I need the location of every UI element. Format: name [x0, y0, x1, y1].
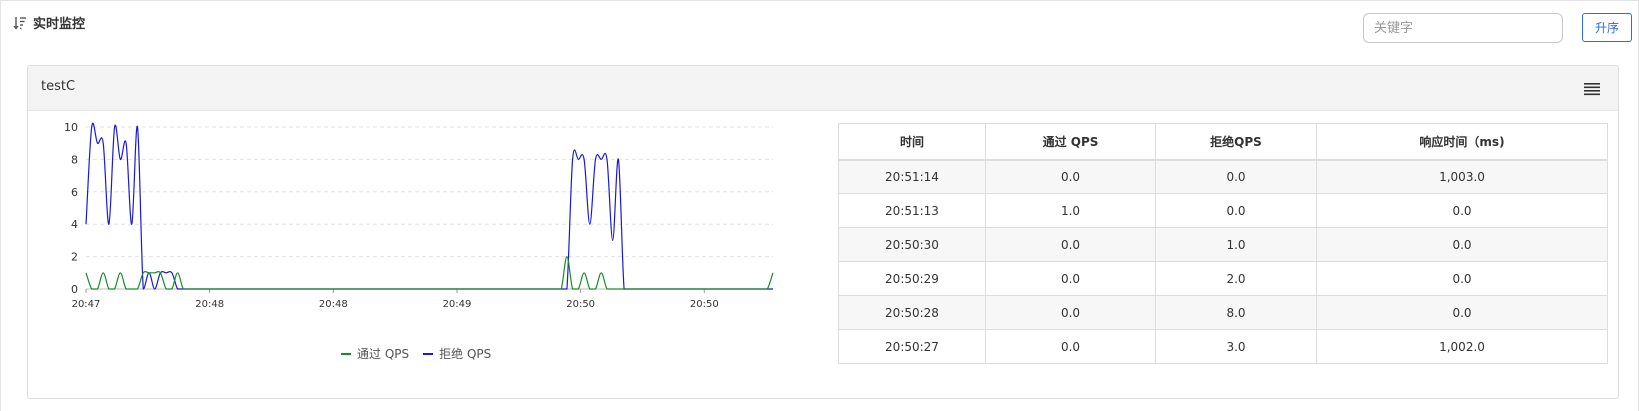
page-title: 实时监控 — [33, 17, 86, 32]
cell-block-qps: 3.0 — [1155, 329, 1317, 364]
section-heading: 实时监控 — [13, 13, 85, 32]
table-row: 20:51:14 0.0 0.0 1,003.0 — [838, 159, 1608, 194]
cell-block-qps: 1.0 — [1155, 227, 1317, 262]
cell-rt: 1,003.0 — [1316, 159, 1608, 194]
x-tick-label: 20:50 — [690, 299, 719, 310]
legend-label-block: 拒绝 QPS — [439, 347, 492, 361]
table-header-row: 时间 通过 QPS 拒绝QPS 响应时间（ms) — [838, 123, 1608, 161]
cell-rt: 0.0 — [1316, 295, 1608, 330]
table-row: 20:50:27 0.0 3.0 1,002.0 — [838, 329, 1608, 364]
block-swatch — [423, 352, 434, 355]
pass-qps-series-line — [85, 255, 774, 290]
x-tick-label: 20:48 — [319, 299, 348, 310]
block-qps-series-line — [85, 122, 773, 290]
chart-y-ticks: 0 2 4 6 8 10 — [64, 121, 78, 296]
cell-time: 20:50:27 — [838, 329, 986, 364]
y-tick-label: 8 — [71, 153, 78, 166]
legend-label-pass: 通过 QPS — [357, 347, 410, 361]
col-header-rt: 响应时间（ms) — [1316, 123, 1608, 161]
cell-block-qps: 2.0 — [1155, 261, 1317, 296]
chart-x-ticks: 20:47 20:48 20:48 20:49 20:50 20:50 — [72, 289, 719, 310]
table-row: 20:51:13 1.0 0.0 0.0 — [838, 193, 1608, 228]
table-row: 20:50:28 0.0 8.0 0.0 — [838, 295, 1608, 330]
qps-line-chart: 0 2 4 6 8 10 20:47 20:48 20:48 20:49 20:50 20:50 — [64, 121, 774, 310]
monitor-card: 实时监控 升序 testC 0246810 20:4720:4820:4820:… — [0, 0, 1639, 411]
x-tick-label: 20:50 — [566, 299, 595, 310]
cell-time: 20:51:13 — [838, 193, 986, 228]
y-tick-label: 10 — [64, 121, 78, 134]
cell-block-qps: 0.0 — [1155, 159, 1317, 194]
table-row: 20:50:30 0.0 1.0 0.0 — [838, 227, 1608, 262]
cell-pass-qps: 0.0 — [985, 295, 1156, 330]
sort-icon — [13, 16, 26, 30]
cell-pass-qps: 0.0 — [985, 159, 1156, 194]
cell-block-qps: 8.0 — [1155, 295, 1317, 330]
y-tick-label: 6 — [71, 186, 78, 199]
search-input[interactable] — [1363, 13, 1563, 43]
chart-legend: 通过 QPS 拒绝 QPS — [341, 345, 491, 362]
chart-grid — [86, 126, 773, 290]
y-tick-label: 0 — [71, 283, 78, 296]
y-tick-label: 2 — [71, 251, 78, 264]
y-tick-label: 4 — [71, 218, 78, 231]
cell-rt: 0.0 — [1316, 193, 1608, 228]
col-header-block-qps: 拒绝QPS — [1155, 123, 1317, 161]
col-header-pass-qps: 通过 QPS — [985, 123, 1156, 161]
cell-time: 20:51:14 — [838, 159, 986, 194]
cell-rt: 0.0 — [1316, 227, 1608, 262]
x-tick-label: 20:47 — [72, 299, 101, 310]
cell-time: 20:50:30 — [838, 227, 986, 262]
cell-pass-qps: 0.0 — [985, 227, 1156, 262]
menu-icon[interactable] — [1584, 82, 1600, 96]
pass-swatch — [341, 352, 351, 355]
cell-rt: 1,002.0 — [1316, 329, 1608, 364]
cell-block-qps: 0.0 — [1155, 193, 1317, 228]
cell-pass-qps: 1.0 — [985, 193, 1156, 228]
legend-item-block[interactable]: 拒绝 QPS — [423, 345, 491, 362]
col-header-time: 时间 — [838, 123, 986, 161]
cell-pass-qps: 0.0 — [985, 261, 1156, 296]
table-row: 20:50:29 0.0 2.0 0.0 — [838, 261, 1608, 296]
monitor-page: 实时监控 升序 testC 0246810 20:4720:4820:4820:… — [0, 0, 1639, 411]
cell-time: 20:50:29 — [838, 261, 986, 296]
sort-asc-button[interactable]: 升序 — [1582, 13, 1632, 42]
cell-rt: 0.0 — [1316, 261, 1608, 296]
cell-pass-qps: 0.0 — [985, 329, 1156, 364]
legend-item-pass[interactable]: 通过 QPS — [341, 345, 409, 362]
x-tick-label: 20:49 — [443, 299, 472, 310]
metrics-table: 时间 通过 QPS 拒绝QPS 响应时间（ms) 20:51:14 0.0 0.… — [838, 123, 1608, 364]
cell-time: 20:50:28 — [838, 295, 986, 330]
x-tick-label: 20:48 — [195, 299, 224, 310]
